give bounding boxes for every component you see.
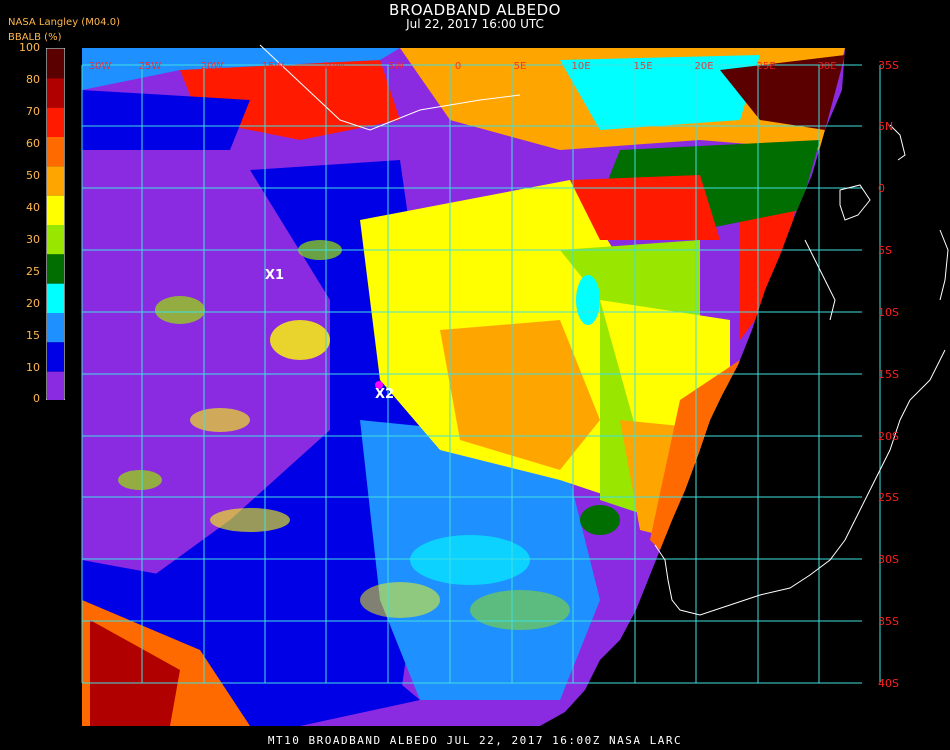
lat-label: 25S xyxy=(878,491,899,504)
lat-label: 35S xyxy=(878,59,899,72)
lat-label: 5S xyxy=(878,244,892,257)
lon-label: 30E xyxy=(817,61,836,72)
lon-label: 20W xyxy=(201,61,224,72)
lon-label: 5E xyxy=(514,61,527,72)
lon-label: 25E xyxy=(756,61,775,72)
lon-label: 10W xyxy=(323,61,346,72)
lon-label: 0 xyxy=(455,61,461,72)
lat-label: 40S xyxy=(878,677,899,690)
lat-label: 10S xyxy=(878,306,899,319)
footer-caption: MT10 BROADBAND ALBEDO JUL 22, 2017 16:00… xyxy=(267,734,683,747)
lon-label: 20E xyxy=(694,61,713,72)
lon-label: 30W xyxy=(89,61,112,72)
lat-labels: 35S 5N 0 5S 10S 15S 20S 25S 30S 35S 40S xyxy=(878,59,899,690)
satellite-imagery xyxy=(82,48,845,726)
marker-x2: X2 xyxy=(375,387,395,402)
lat-label: 35S xyxy=(878,615,899,628)
lat-label: 0 xyxy=(878,182,885,195)
lon-label: 25W xyxy=(139,61,162,72)
lon-label: 15W xyxy=(262,61,285,72)
lat-label: 15S xyxy=(878,368,899,381)
albedo-map: 35S 5N 0 5S 10S 15S 20S 25S 30S 35S 40S … xyxy=(81,44,949,726)
lon-label: 10E xyxy=(571,61,590,72)
lon-label: 15E xyxy=(633,61,652,72)
lat-label: 30S xyxy=(878,553,899,566)
lat-label: 5N xyxy=(878,120,893,133)
marker-x1: X1 xyxy=(265,268,285,283)
lon-label: 5W xyxy=(388,61,404,72)
lat-label: 20S xyxy=(878,430,899,443)
